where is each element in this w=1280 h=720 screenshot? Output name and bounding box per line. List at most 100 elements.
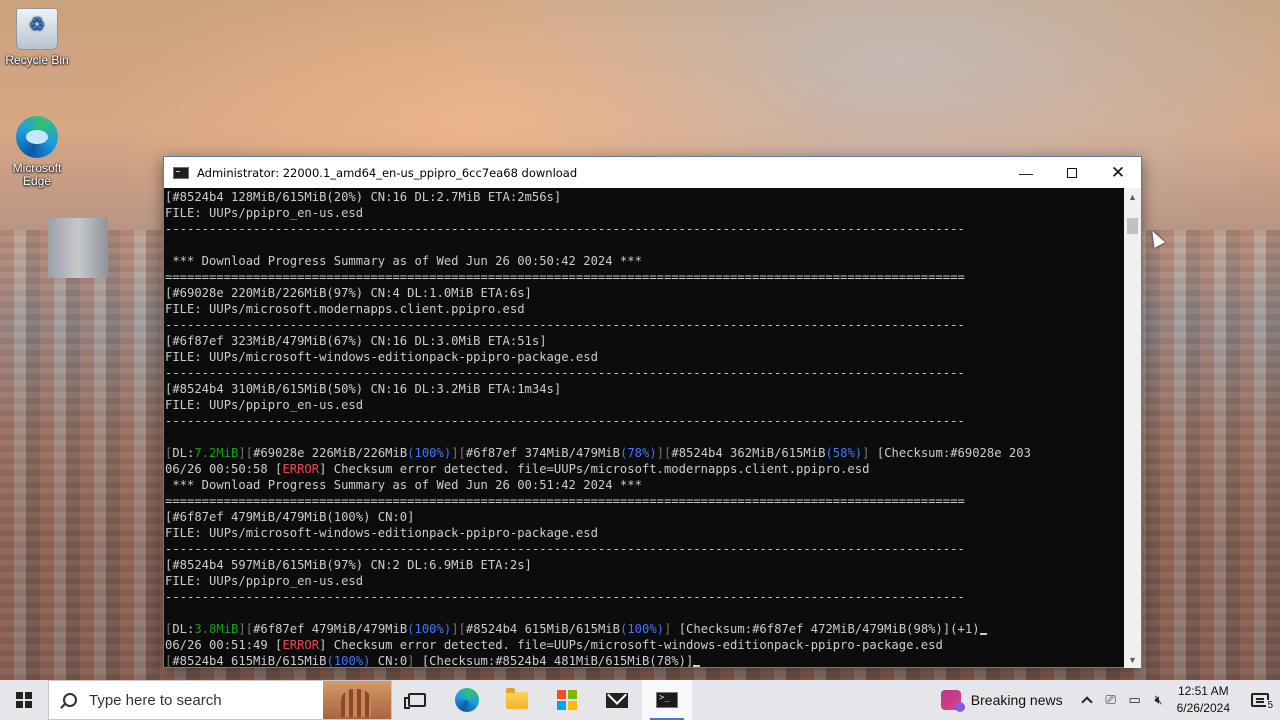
- terminal-text: [#69028e 220MiB/226MiB(97%) CN:4 DL:1.0M…: [165, 286, 532, 300]
- terminal-text: #8524b4 615MiB/615MiB: [172, 654, 327, 668]
- taskbar-task-view[interactable]: [392, 680, 442, 720]
- task-view-icon: [404, 693, 426, 709]
- terminal-text: ----------------------------------------…: [165, 590, 965, 604]
- taskbar-command-prompt[interactable]: [642, 680, 692, 720]
- terminal-line: [#8524b4 310MiB/615MiB(50%) CN:16 DL:3.2…: [165, 381, 1124, 397]
- scrollbar-thumb[interactable]: [1127, 218, 1138, 234]
- terminal-text: (100%): [326, 654, 371, 668]
- terminal-line: ----------------------------------------…: [165, 317, 1124, 333]
- terminal-line: 06/26 00:50:58 [ERROR] Checksum error de…: [165, 461, 1124, 477]
- news-label: Breaking news: [970, 692, 1063, 708]
- maximize-button[interactable]: [1049, 157, 1095, 188]
- terminal-text: [#8524b4 310MiB/615MiB(50%) CN:16 DL:3.2…: [165, 382, 562, 396]
- terminal-line: [#8524b4 128MiB/615MiB(20%) CN:16 DL:2.7…: [165, 189, 1124, 205]
- terminal-line: FILE: UUPs/microsoft.modernapps.client.p…: [165, 301, 1124, 317]
- cmd-icon: [656, 692, 678, 708]
- terminal-text: DL:: [172, 622, 195, 636]
- terminal-text: ] Checksum error detected. file=UUPs/mic…: [319, 638, 943, 652]
- terminal-line: *** Download Progress Summary as of Wed …: [165, 477, 1124, 493]
- terminal-text: ERROR: [282, 462, 320, 476]
- terminal-text: (58%): [825, 446, 863, 460]
- notification-count: 5: [1266, 700, 1274, 711]
- clock[interactable]: 12:51 AM 6/26/2024: [1177, 683, 1230, 717]
- terminal-text: DL:: [172, 446, 195, 460]
- start-button[interactable]: [0, 680, 48, 720]
- network-icon[interactable]: ▭: [1123, 680, 1147, 720]
- terminal-text: ][: [451, 622, 466, 636]
- desktop-icon-label: Recycle Bin: [5, 53, 69, 67]
- desktop-icon-edge[interactable]: Microsoft Edge: [0, 116, 74, 188]
- windows-logo-icon: [16, 692, 32, 708]
- terminal-output[interactable]: [#8524b4 128MiB/615MiB(20%) CN:16 DL:2.7…: [164, 188, 1124, 668]
- terminal-text: ERROR: [282, 638, 320, 652]
- terminal-text: 7.2MiB: [194, 446, 239, 460]
- terminal-text: [Checksum:#8524b4 481MiB/615MiB(78%)]: [414, 654, 694, 668]
- terminal-text: (78%): [619, 446, 657, 460]
- news-icon: [940, 690, 965, 712]
- system-tray: Breaking news ⎚ ▭ 🔇︎ 12:51 AM 6/26/2024 …: [940, 680, 1280, 720]
- maximize-icon: [1067, 167, 1077, 178]
- terminal-line: FILE: UUPs/microsoft-windows-editionpack…: [165, 349, 1124, 365]
- console-icon[interactable]: [173, 166, 189, 179]
- terminal-text: FILE: UUPs/microsoft.modernapps.client.p…: [165, 302, 525, 316]
- taskbar-mail[interactable]: [592, 680, 642, 720]
- terminal-text: ========================================…: [165, 270, 965, 284]
- terminal-line: ----------------------------------------…: [165, 541, 1124, 557]
- terminal-line: ----------------------------------------…: [165, 413, 1124, 429]
- taskbar-file-explorer[interactable]: [492, 680, 542, 720]
- terminal-text: FILE: UUPs/microsoft-windows-editionpack…: [165, 350, 598, 364]
- desktop-icon-recycle-bin[interactable]: Recycle Bin: [0, 8, 74, 67]
- scroll-up-arrow-icon[interactable]: ▲: [1124, 188, 1141, 205]
- terminal-text: CN:0: [370, 654, 408, 668]
- terminal-line: ========================================…: [165, 269, 1124, 285]
- terminal-text: ========================================…: [165, 494, 965, 508]
- terminal-text: FILE: UUPs/ppipro_en-us.esd: [165, 206, 364, 220]
- notification-center-button[interactable]: 5: [1240, 680, 1280, 720]
- terminal-line: FILE: UUPs/ppipro_en-us.esd: [165, 397, 1124, 413]
- terminal-text: ----------------------------------------…: [165, 542, 965, 556]
- terminal-line: FILE: UUPs/microsoft-windows-editionpack…: [165, 525, 1124, 541]
- edge-icon: [16, 116, 58, 158]
- terminal-text: [Checksum:#69028e 203: [869, 446, 1031, 460]
- terminal-line: 06/26 00:51:49 [ERROR] Checksum error de…: [165, 637, 1124, 653]
- terminal-line: [DL:3.8MiB][#6f87ef 479MiB/479MiB(100%)]…: [165, 621, 1124, 637]
- minimize-button[interactable]: —: [1003, 157, 1049, 188]
- terminal-line: [#6f87ef 323MiB/479MiB(67%) CN:16 DL:3.0…: [165, 333, 1124, 349]
- edge-icon: [455, 688, 479, 712]
- meet-now-icon[interactable]: ⎚: [1099, 680, 1123, 720]
- search-icon: [63, 693, 77, 707]
- volume-muted-icon[interactable]: 🔇︎: [1147, 680, 1171, 720]
- search-input[interactable]: [89, 691, 309, 709]
- show-hidden-icons-button[interactable]: [1075, 680, 1099, 720]
- taskbar-edge[interactable]: [442, 680, 492, 720]
- taskbar-store[interactable]: [542, 680, 592, 720]
- clock-date: 6/26/2024: [1176, 701, 1230, 715]
- close-button[interactable]: ✕: [1095, 157, 1141, 188]
- terminal-text: #6f87ef 374MiB/479MiB: [465, 446, 620, 460]
- vertical-scrollbar[interactable]: ▲ ▼: [1124, 188, 1141, 668]
- text-cursor: [979, 633, 987, 635]
- mail-icon: [606, 692, 628, 708]
- terminal-line: ----------------------------------------…: [165, 365, 1124, 381]
- terminal-text: (100%): [619, 622, 665, 636]
- terminal-text: ]: [407, 654, 415, 668]
- terminal-text: FILE: UUPs/ppipro_en-us.esd: [165, 398, 364, 412]
- terminal-text: ] Checksum error detected. file=UUPs/mic…: [319, 462, 870, 476]
- terminal-text: ][: [238, 622, 254, 636]
- terminal-line: ----------------------------------------…: [165, 221, 1124, 237]
- console-window[interactable]: Administrator: 22000.1_amd64_en-us_ppipr…: [163, 156, 1142, 668]
- terminal-text: [#6f87ef 323MiB/479MiB(67%) CN:16 DL:3.0…: [165, 334, 547, 348]
- taskbar-search[interactable]: [48, 680, 392, 720]
- window-title: Administrator: 22000.1_amd64_en-us_ppipr…: [197, 165, 578, 180]
- scroll-down-arrow-icon[interactable]: ▼: [1124, 651, 1141, 668]
- terminal-text: #8524b4 615MiB/615MiB: [465, 622, 620, 636]
- folder-icon: [506, 687, 528, 709]
- terminal-line: *** Download Progress Summary as of Wed …: [165, 253, 1124, 269]
- news-widget[interactable]: Breaking news: [940, 690, 1063, 712]
- terminal-text: ----------------------------------------…: [165, 366, 965, 380]
- terminal-line: ========================================…: [165, 493, 1124, 509]
- terminal-text: *** Download Progress Summary as of Wed …: [165, 478, 642, 492]
- window-titlebar[interactable]: Administrator: 22000.1_amd64_en-us_ppipr…: [164, 157, 1141, 188]
